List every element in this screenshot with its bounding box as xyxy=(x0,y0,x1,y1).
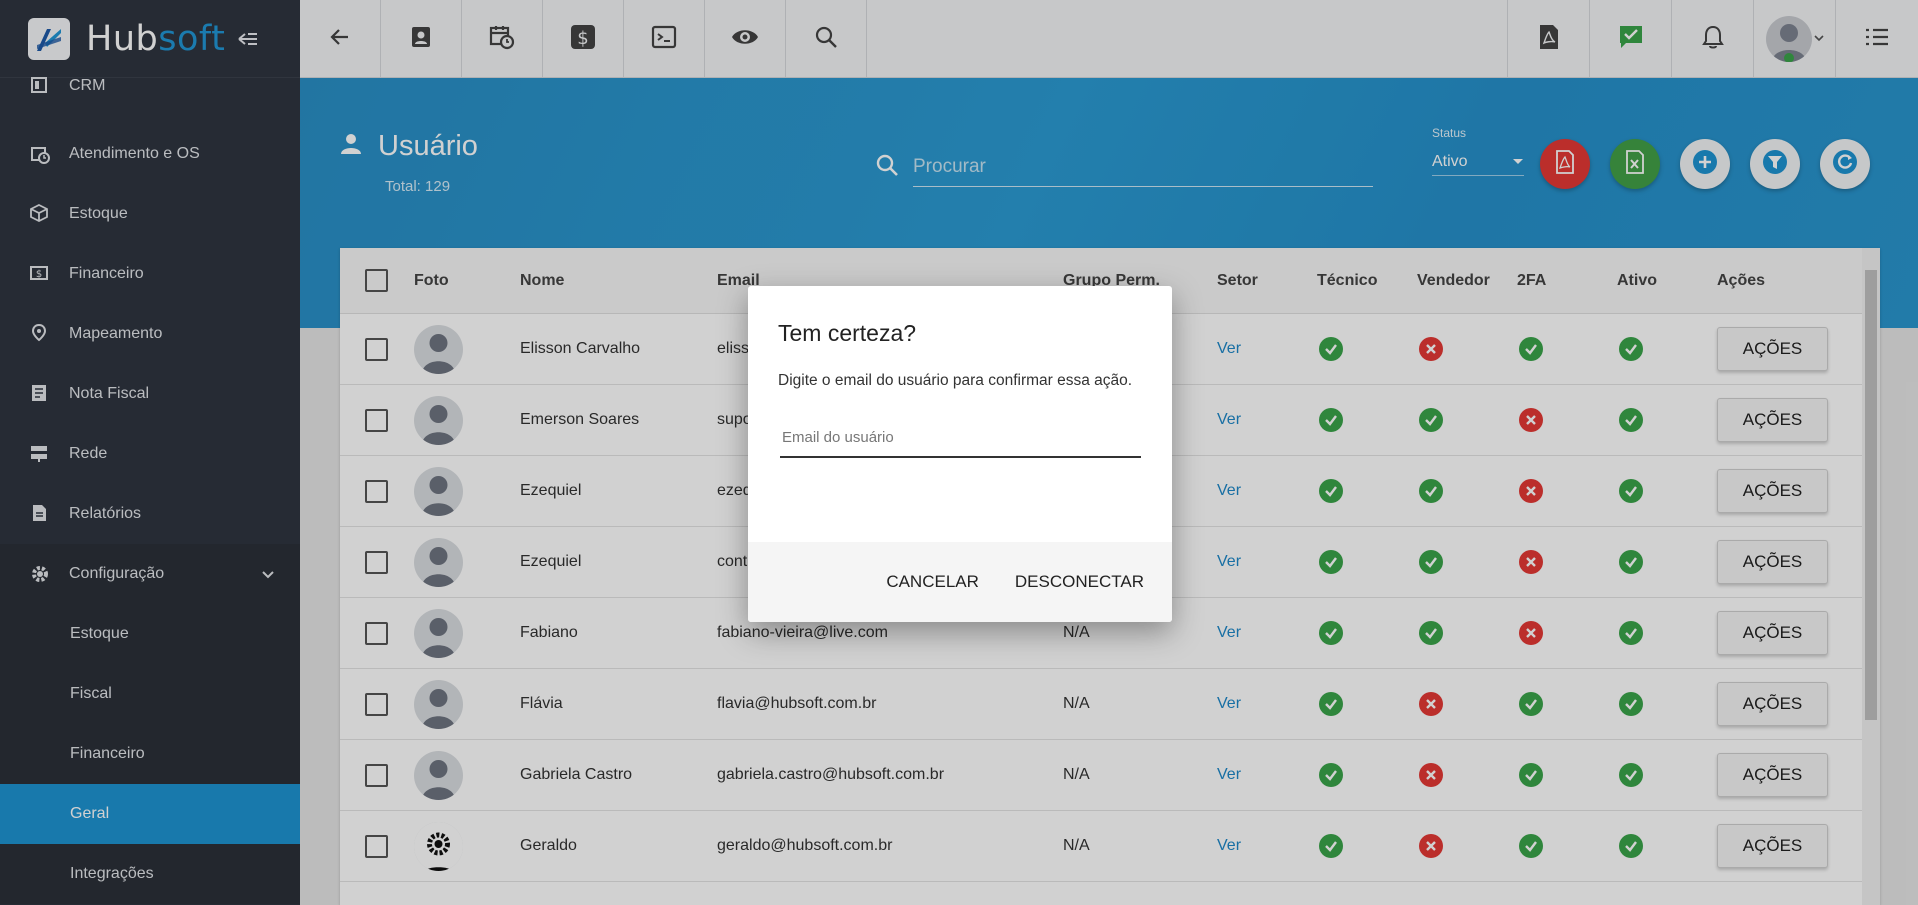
dialog-actions: CANCELAR DESCONECTAR xyxy=(748,542,1172,622)
confirm-dialog: Tem certeza? Digite o email do usuário p… xyxy=(748,286,1172,622)
dialog-title: Tem certeza? xyxy=(778,320,917,346)
cancel-button[interactable]: CANCELAR xyxy=(876,564,989,600)
user-email-input[interactable] xyxy=(780,418,1141,458)
disconnect-button[interactable]: DESCONECTAR xyxy=(1005,564,1154,600)
dialog-message: Digite o email do usuário para confirmar… xyxy=(778,372,1133,389)
